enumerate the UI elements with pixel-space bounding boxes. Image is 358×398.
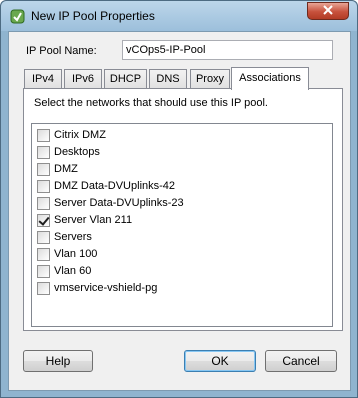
tab-dns[interactable]: DNS <box>149 69 187 89</box>
dialog-window: New IP Pool Properties IP Pool Name: IPv… <box>0 0 358 398</box>
network-item-servers[interactable]: Servers <box>37 229 92 245</box>
ip-pool-app-icon <box>10 9 25 24</box>
network-item-citrix-dmz[interactable]: Citrix DMZ <box>37 127 106 143</box>
tab-dhcp[interactable]: DHCP <box>104 69 147 89</box>
network-label: DMZ Data-DVUplinks-42 <box>54 180 176 192</box>
network-label: Server Vlan 211 <box>54 214 133 226</box>
ip-pool-name-input[interactable] <box>122 40 333 60</box>
dialog-client-area: IP Pool Name: IPv4 IPv6 DHCP DNS Proxy A… <box>8 31 351 391</box>
tab-associations[interactable]: Associations <box>231 67 309 90</box>
network-label: vmservice-vshield-pg <box>54 282 158 294</box>
network-checkbox[interactable] <box>37 281 50 295</box>
network-label: Vlan 100 <box>54 248 98 260</box>
network-checkbox[interactable] <box>37 145 50 159</box>
title-bar[interactable]: New IP Pool Properties <box>1 1 357 31</box>
network-label: DMZ <box>54 163 78 175</box>
network-label: Desktops <box>54 146 100 158</box>
network-item-dmz-data-dvuplinks-42[interactable]: DMZ Data-DVUplinks-42 <box>37 178 175 194</box>
network-item-desktops[interactable]: Desktops <box>37 144 100 160</box>
network-item-vlan-60[interactable]: Vlan 60 <box>37 263 91 279</box>
associations-panel: Select the networks that should use this… <box>23 88 343 331</box>
tab-ipv4[interactable]: IPv4 <box>24 69 62 89</box>
network-checkbox[interactable] <box>37 128 50 142</box>
network-checkbox-checked[interactable] <box>37 213 50 227</box>
network-checkbox[interactable] <box>37 179 50 193</box>
network-label: Servers <box>54 231 92 243</box>
network-checkbox[interactable] <box>37 264 50 278</box>
network-checkbox[interactable] <box>37 247 50 261</box>
network-item-vmservice-vshield-pg[interactable]: vmservice-vshield-pg <box>37 280 157 296</box>
close-button[interactable] <box>307 2 349 20</box>
window-title: New IP Pool Properties <box>31 9 155 23</box>
cancel-button[interactable]: Cancel <box>265 350 337 372</box>
network-checkbox[interactable] <box>37 230 50 244</box>
network-item-vlan-100[interactable]: Vlan 100 <box>37 246 97 262</box>
tab-strip: IPv4 IPv6 DHCP DNS Proxy Associations <box>24 67 344 90</box>
network-item-server-data-dvuplinks-23[interactable]: Server Data-DVUplinks-23 <box>37 195 184 211</box>
help-button[interactable]: Help <box>23 350 93 372</box>
tab-proxy[interactable]: Proxy <box>190 69 230 89</box>
tab-ipv6[interactable]: IPv6 <box>64 69 102 89</box>
ok-button[interactable]: OK <box>184 350 256 372</box>
network-label: Server Data-DVUplinks-23 <box>54 197 184 209</box>
network-list[interactable]: Citrix DMZ Desktops DMZ DMZ Data-DVUplin… <box>31 123 333 327</box>
network-checkbox[interactable] <box>37 196 50 210</box>
network-label: Vlan 60 <box>54 265 92 277</box>
network-item-dmz[interactable]: DMZ <box>37 161 78 177</box>
network-checkbox[interactable] <box>37 162 50 176</box>
associations-instruction: Select the networks that should use this… <box>34 97 268 109</box>
ip-pool-name-label: IP Pool Name: <box>26 45 97 57</box>
close-icon <box>322 4 334 18</box>
network-item-server-vlan-211[interactable]: Server Vlan 211 <box>37 212 132 228</box>
network-label: Citrix DMZ <box>54 129 106 141</box>
